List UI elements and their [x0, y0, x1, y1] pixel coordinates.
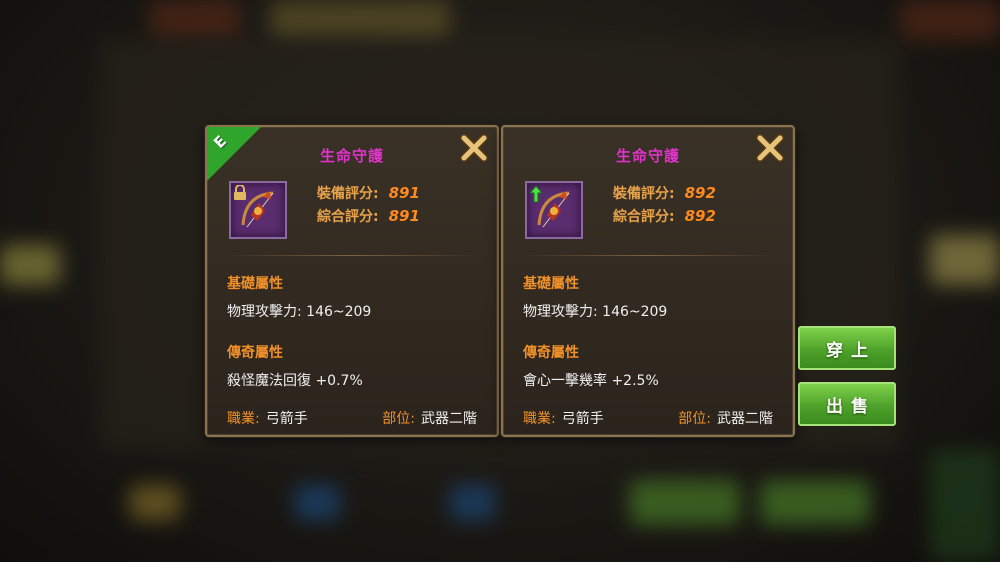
upgrade-arrow-icon	[529, 185, 543, 203]
close-icon	[460, 134, 488, 162]
total-score-label: 綜合評分:	[613, 209, 675, 225]
class-value: 弓箭手	[265, 411, 308, 427]
frame-corner	[783, 425, 793, 435]
frame-corner	[503, 425, 513, 435]
total-score-value: 891	[388, 207, 420, 225]
legend-attr-title: 傳奇屬性	[523, 345, 579, 361]
divider	[521, 255, 775, 256]
basic-attr-value: 物理攻擊力: 146~209	[227, 304, 372, 320]
equip-score-row: 裝備評分: 891	[317, 183, 420, 203]
item-icon-slot[interactable]	[229, 181, 287, 239]
equipped-item-panel: E 生命守護 裝備評分: 891 綜合評分: 891 基礎屬性 物理攻擊力: 146…	[205, 125, 499, 437]
total-score-label: 綜合評分:	[317, 209, 379, 225]
sell-button[interactable]: 出售	[798, 382, 896, 426]
basic-attr-title: 基礎屬性	[227, 276, 283, 292]
close-icon	[756, 134, 784, 162]
basic-attr-value: 物理攻擊力: 146~209	[523, 304, 668, 320]
new-item-panel: 生命守護 裝備評分: 892 綜合評分: 892 基礎屬性 物理攻擊力: 146~2…	[501, 125, 795, 437]
class-label: 職業:	[227, 411, 260, 427]
item-footer: 職業: 弓箭手 部位: 武器二階	[523, 408, 773, 428]
slot-value: 武器二階	[421, 411, 477, 427]
slot-label: 部位:	[382, 411, 415, 427]
total-score-row: 綜合評分: 892	[613, 206, 716, 226]
item-icon-slot[interactable]	[525, 181, 583, 239]
legend-attr-value: 殺怪魔法回復 +0.7%	[227, 373, 363, 389]
total-score-row: 綜合評分: 891	[317, 206, 420, 226]
modal-overlay[interactable]	[0, 0, 1000, 562]
lock-icon	[234, 185, 246, 200]
class-label: 職業:	[523, 411, 556, 427]
class-value: 弓箭手	[561, 411, 604, 427]
equip-score-value: 891	[388, 184, 420, 202]
equip-score-value: 892	[684, 184, 716, 202]
item-footer: 職業: 弓箭手 部位: 武器二階	[227, 408, 477, 428]
slot-info: 部位: 武器二階	[678, 408, 773, 428]
frame-corner	[487, 425, 497, 435]
legend-attr-title: 傳奇屬性	[227, 345, 283, 361]
legend-attr-value: 會心一擊幾率 +2.5%	[523, 373, 659, 389]
equip-score-label: 裝備評分:	[613, 186, 675, 202]
slot-label: 部位:	[678, 411, 711, 427]
item-title: 生命守護	[319, 147, 384, 165]
item-title: 生命守護	[615, 147, 680, 165]
close-button[interactable]	[753, 131, 787, 165]
divider	[225, 255, 479, 256]
basic-attr-title: 基礎屬性	[523, 276, 579, 292]
slot-info: 部位: 武器二階	[382, 408, 477, 428]
equip-score-row: 裝備評分: 892	[613, 183, 716, 203]
frame-corner	[503, 127, 513, 137]
total-score-value: 892	[684, 207, 716, 225]
slot-value: 武器二階	[717, 411, 773, 427]
close-button[interactable]	[457, 131, 491, 165]
equip-score-label: 裝備評分:	[317, 186, 379, 202]
frame-corner	[207, 425, 217, 435]
equip-button[interactable]: 穿上	[798, 326, 896, 370]
